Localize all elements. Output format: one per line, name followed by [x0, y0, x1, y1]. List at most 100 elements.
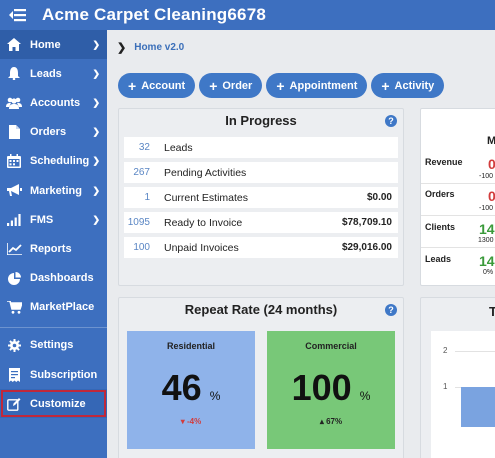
- row-count: 1: [144, 192, 150, 203]
- plus-icon: +: [128, 77, 137, 94]
- tile-unit: %: [209, 389, 221, 403]
- calendar-icon: [6, 154, 22, 169]
- pie-chart-icon: [6, 271, 22, 285]
- metric-label: Revenue: [425, 157, 463, 167]
- button-label: Activity: [394, 79, 435, 92]
- in-progress-row[interactable]: 1 Current Estimates $0.00: [124, 187, 398, 208]
- sidebar-item-label: Home: [30, 38, 61, 51]
- sidebar-item-marketing[interactable]: Marketing ❯: [0, 176, 107, 205]
- in-progress-row[interactable]: 1095 Ready to Invoice $78,709.10: [124, 212, 398, 233]
- metric-sub: -100: [479, 173, 494, 180]
- button-label: Order: [222, 79, 253, 92]
- row-amount: $0.00: [366, 192, 392, 203]
- quick-actions: + Account + Order + Appointment + Activi…: [118, 73, 445, 98]
- chevron-down-icon: ❯: [92, 39, 100, 50]
- gear-icon: [6, 338, 22, 352]
- help-icon[interactable]: ?: [385, 304, 397, 316]
- row-count: 267: [133, 167, 150, 178]
- add-account-button[interactable]: + Account: [118, 73, 196, 98]
- help-icon[interactable]: ?: [385, 115, 397, 127]
- sidebar-item-orders[interactable]: Orders ❯: [0, 118, 107, 147]
- sidebar-item-label: FMS: [30, 213, 54, 226]
- receipt-icon: [6, 367, 22, 382]
- row-count: 100: [133, 242, 150, 253]
- metric-label: Orders: [425, 189, 455, 199]
- sidebar: Home ❯ Leads ❯ Accounts ❯ Orders ❯ Sched…: [0, 30, 107, 458]
- document-icon: [6, 125, 22, 140]
- row-label: Ready to Invoice: [164, 216, 243, 229]
- tile-value-wrap: 100 %: [267, 367, 395, 409]
- in-progress-row[interactable]: 100 Unpaid Invoices $29,016.00: [124, 237, 398, 258]
- row-amount: $78,709.10: [341, 217, 392, 228]
- y-tick-label: 2: [443, 346, 448, 355]
- sidebar-item-fms[interactable]: FMS ❯: [0, 205, 107, 234]
- add-activity-button[interactable]: + Activity: [371, 73, 445, 98]
- plus-icon: +: [209, 77, 218, 94]
- caret-down-icon: ▾: [180, 417, 185, 426]
- metric-label: Clients: [425, 222, 456, 232]
- app-title: Acme Carpet Cleaning6678: [42, 5, 266, 24]
- card-title-partial: M: [487, 135, 495, 147]
- sidebar-item-label: Orders: [30, 126, 67, 139]
- menu-toggle-button[interactable]: [4, 0, 32, 30]
- users-icon: [6, 96, 22, 110]
- row-amount: $29,016.00: [341, 242, 392, 253]
- metric-sub: 1300: [478, 237, 494, 244]
- delta-value: 67%: [326, 417, 343, 426]
- hamburger-back-icon: [9, 9, 26, 22]
- in-progress-card: In Progress ? 32 Leads 267 Pending Activ…: [118, 108, 404, 286]
- chart-bar[interactable]: [461, 387, 495, 427]
- sidebar-item-home[interactable]: Home ❯: [0, 30, 107, 60]
- bell-icon: [6, 67, 22, 81]
- row-label: Current Estimates: [164, 191, 249, 204]
- residential-rate-tile: Residential 46 % ▾ -4%: [127, 331, 255, 449]
- plus-icon: +: [276, 77, 285, 94]
- tile-unit: %: [359, 389, 371, 403]
- sidebar-item-label: Subscription: [30, 368, 98, 381]
- home-icon: [6, 38, 22, 52]
- signal-bars-icon: [6, 213, 22, 227]
- sidebar-item-settings[interactable]: Settings: [0, 331, 107, 360]
- chevron-down-icon: ❯: [92, 155, 100, 166]
- chart-card: T 2 1: [420, 297, 495, 458]
- metric-value: 0: [488, 156, 495, 172]
- in-progress-row[interactable]: 32 Leads: [124, 137, 398, 158]
- chevron-down-icon: ❯: [92, 68, 100, 79]
- sidebar-item-marketplace[interactable]: MarketPlace: [0, 293, 107, 322]
- megaphone-icon: [6, 184, 22, 198]
- sidebar-item-label: Marketing: [30, 184, 82, 197]
- tile-delta: ▴ 67%: [267, 417, 395, 426]
- in-progress-row[interactable]: 267 Pending Activities: [124, 162, 398, 183]
- plus-icon: +: [381, 77, 390, 94]
- breadcrumb-current[interactable]: Home v2.0: [134, 42, 184, 53]
- delta-value: -4%: [187, 417, 202, 426]
- tile-delta: ▾ -4%: [127, 417, 255, 426]
- edit-icon: [6, 397, 22, 411]
- sidebar-item-label: Accounts: [30, 96, 81, 109]
- sidebar-item-reports[interactable]: Reports: [0, 234, 107, 263]
- commercial-rate-tile: Commercial 100 % ▴ 67%: [267, 331, 395, 449]
- metric-value: 0: [488, 188, 495, 204]
- cart-icon: [6, 300, 22, 314]
- row-label: Pending Activities: [164, 166, 247, 179]
- sidebar-item-scheduling[interactable]: Scheduling ❯: [0, 147, 107, 176]
- y-tick-label: 1: [443, 382, 448, 391]
- metric-value: 14: [479, 221, 495, 237]
- sidebar-item-label: Leads: [30, 67, 62, 80]
- sidebar-item-accounts[interactable]: Accounts ❯: [0, 88, 107, 117]
- tile-label: Commercial: [305, 341, 357, 351]
- divider: [421, 183, 495, 184]
- button-label: Appointment: [289, 79, 358, 92]
- divider: [421, 247, 495, 248]
- sidebar-item-customize[interactable]: Customize: [0, 389, 107, 419]
- sidebar-item-leads[interactable]: Leads ❯: [0, 59, 107, 88]
- metric-sub: -100: [479, 205, 494, 212]
- sidebar-item-subscription[interactable]: Subscription: [0, 360, 107, 389]
- caret-up-icon: ▴: [319, 417, 324, 426]
- add-appointment-button[interactable]: + Appointment: [266, 73, 368, 98]
- divider: [421, 215, 495, 216]
- sidebar-item-dashboards[interactable]: Dashboards: [0, 264, 107, 293]
- add-order-button[interactable]: + Order: [199, 73, 263, 98]
- line-chart-icon: [6, 242, 22, 256]
- row-label: Unpaid Invoices: [164, 241, 239, 254]
